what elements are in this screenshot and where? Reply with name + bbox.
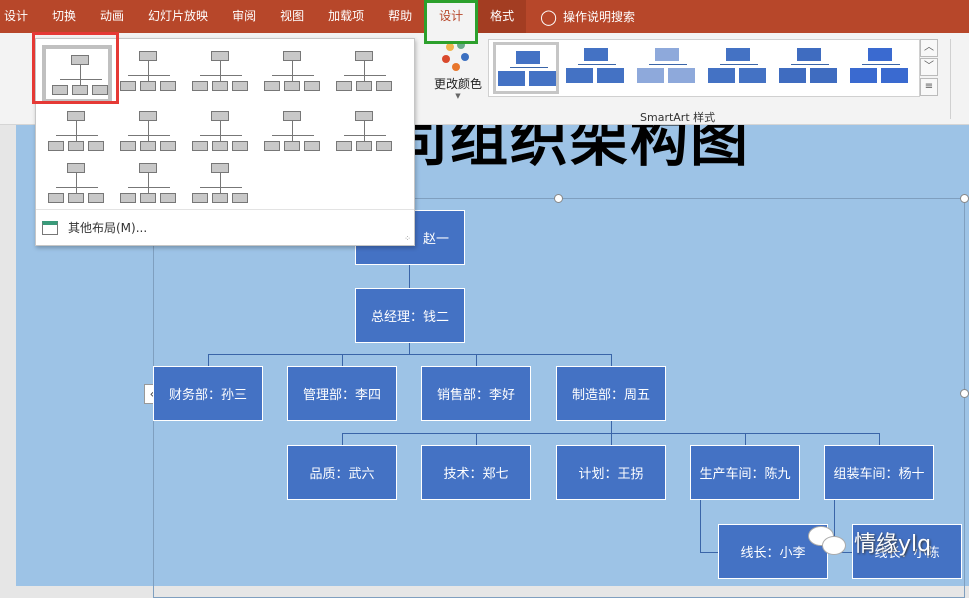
tab-help[interactable]: 帮助: [376, 0, 424, 33]
smartart-style-option-5[interactable]: [777, 42, 843, 94]
layout-option-9[interactable]: [258, 105, 328, 163]
org-node-dept[interactable]: 销售部：李好: [421, 366, 531, 421]
org-node-unit[interactable]: 品质：武六: [287, 445, 397, 500]
layout-grid-icon: [42, 221, 58, 235]
layout-option-8[interactable]: [186, 105, 256, 163]
change-colors-label: 更改颜色: [428, 75, 488, 92]
tab-transitions[interactable]: 切换: [40, 0, 88, 33]
resize-handle[interactable]: [960, 194, 969, 203]
styles-group-label: SmartArt 样式: [640, 109, 715, 125]
layout-option-4[interactable]: [258, 45, 328, 103]
gallery-scroll-down[interactable]: ﹀: [920, 58, 938, 76]
layout-option-5[interactable]: [330, 45, 400, 103]
tab-view[interactable]: 视图: [268, 0, 316, 33]
smartart-styles-gallery: [488, 39, 920, 97]
layout-option-6[interactable]: [42, 105, 112, 163]
tab-format[interactable]: 格式: [478, 0, 526, 33]
tab-slideshow[interactable]: 幻灯片放映: [136, 0, 220, 33]
resize-handle[interactable]: [960, 389, 969, 398]
layout-option-2[interactable]: [114, 45, 184, 103]
smartart-style-option-3[interactable]: [635, 42, 701, 94]
org-node-dept[interactable]: 财务部：孙三: [153, 366, 263, 421]
search-label: 操作说明搜索: [563, 8, 635, 25]
tab-review[interactable]: 审阅: [220, 0, 268, 33]
change-colors-button[interactable]: 更改颜色 ▼: [428, 37, 488, 103]
layout-option-3[interactable]: [186, 45, 256, 103]
org-node-unit[interactable]: 计划：王拐: [556, 445, 666, 500]
watermark-text: 情缘ylq: [854, 526, 931, 558]
watermark: 情缘ylq: [808, 526, 931, 558]
wechat-icon: [808, 526, 848, 558]
smartart-style-option-1[interactable]: [493, 42, 559, 94]
tell-me-search[interactable]: ◯ 操作说明搜索: [526, 8, 635, 26]
tab-addins[interactable]: 加载项: [316, 0, 376, 33]
gallery-scroll-up[interactable]: ︿: [920, 39, 938, 57]
lightbulb-icon: ◯: [540, 8, 557, 26]
more-layouts-label: 其他布局(M)...: [68, 219, 147, 236]
layout-option-12[interactable]: [114, 157, 184, 215]
layout-option-10[interactable]: [330, 105, 400, 163]
tab-animations[interactable]: 动画: [88, 0, 136, 33]
ribbon-tabs: 设计 切换 动画 幻灯片放映 审阅 视图 加载项 帮助 设计 格式 ◯ 操作说明…: [0, 0, 969, 33]
tab-design-main[interactable]: 设计: [0, 0, 40, 33]
org-node-dept[interactable]: 制造部：周五: [556, 366, 666, 421]
org-node-unit[interactable]: 生产车间：陈九: [690, 445, 800, 500]
tab-smartart-design[interactable]: 设计: [424, 0, 478, 44]
org-node-dept[interactable]: 管理部：李四: [287, 366, 397, 421]
more-layouts-item[interactable]: 其他布局(M)...: [36, 209, 414, 245]
layout-option-7[interactable]: [114, 105, 184, 163]
org-node-unit[interactable]: 组装车间：杨十: [824, 445, 934, 500]
smartart-style-option-4[interactable]: [706, 42, 772, 94]
org-node-unit[interactable]: 技术：郑七: [421, 445, 531, 500]
smartart-style-option-6[interactable]: [848, 42, 914, 94]
resize-handle[interactable]: [554, 194, 563, 203]
smartart-style-option-2[interactable]: [564, 42, 630, 94]
layout-option-13[interactable]: [186, 157, 256, 215]
layout-option-11[interactable]: [42, 157, 112, 215]
org-node-gm[interactable]: 总经理：钱二: [355, 288, 465, 343]
selected-layout-highlight: [32, 32, 119, 104]
gallery-more-button[interactable]: ≡: [920, 78, 938, 96]
resize-grip[interactable]: ⁘: [404, 234, 411, 243]
